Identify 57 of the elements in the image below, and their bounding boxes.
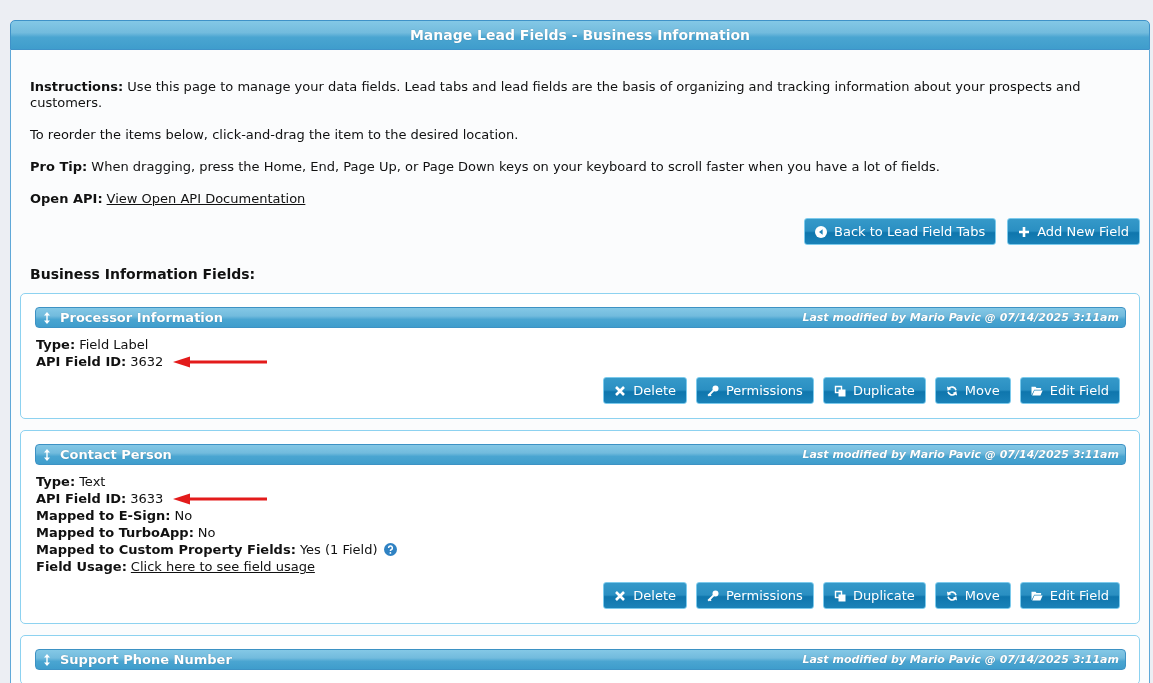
detail-value: Yes (1 Field) — [299, 542, 378, 557]
delete-button[interactable]: Delete — [603, 377, 687, 404]
detail-label: Type: — [36, 337, 76, 352]
move-button[interactable]: Move — [934, 582, 1011, 609]
drag-handle-icon[interactable] — [44, 448, 50, 461]
x-icon — [614, 384, 627, 397]
detail-value: No — [174, 508, 193, 523]
modified-info: Last modified by Mario Pavic @ 07/14/2025 3:11am — [802, 311, 1119, 324]
edit-field-button[interactable]: Edit Field — [1019, 582, 1120, 609]
instructions-text: Pro Tip: When dragging, press the Home, End, Page Up, or Page Down keys on your keyboard to scroll faster when you have a lot of fields. — [30, 159, 941, 175]
field-usage-link[interactable]: Click here to see field usage — [130, 559, 315, 574]
detail-value: No — [197, 525, 216, 540]
circular-arrows-icon — [945, 589, 958, 602]
open-api-label: Open API: — [30, 191, 103, 206]
detail-label: API Field ID: — [36, 491, 127, 506]
plus-icon — [1018, 225, 1031, 238]
edit-field-button[interactable]: Edit Field — [1019, 377, 1120, 404]
detail-value: 3632 — [130, 354, 164, 369]
modified-info: Last modified by Mario Pavic @ 07/14/2025 3:11am — [802, 448, 1119, 461]
help-icon[interactable] — [383, 543, 397, 556]
key-icon — [707, 384, 719, 397]
circular-arrows-icon — [945, 384, 958, 397]
detail-label: Mapped to TurboApp: — [36, 525, 194, 540]
duplicate-button[interactable]: Duplicate — [822, 377, 926, 404]
instructions-text: Instructions: Use this page to manage your data fields. Lead tabs and lead fields are the basis of organizing and tracking information about your prospects and customers. — [30, 79, 1082, 111]
instructions-text: To reorder the items below, click-and-drag the item to the desired location. — [30, 127, 520, 143]
window-title: Manage Lead Fields - Business Information — [409, 27, 751, 43]
detail-label: Field Usage: — [36, 559, 127, 574]
circle-arrow-left-icon — [815, 225, 828, 238]
detail-value: Text — [79, 474, 106, 489]
detail-label: API Field ID: — [36, 354, 127, 369]
move-button[interactable]: Move — [934, 377, 1011, 404]
copy-icon — [833, 384, 846, 397]
permissions-button[interactable]: Permissions — [696, 582, 814, 609]
section-title: Business Information Fields: — [29, 266, 257, 282]
detail-label: Type: — [36, 474, 76, 489]
field-title: Support Phone Number — [60, 652, 232, 667]
key-icon — [707, 589, 719, 602]
permissions-button[interactable]: Permissions — [696, 377, 814, 404]
detail-value: Field Label — [79, 337, 149, 352]
detail-label: Mapped to E-Sign: — [36, 508, 171, 523]
delete-button[interactable]: Delete — [603, 582, 687, 609]
modified-info: Last modified by Mario Pavic @ 07/14/2025 3:11am — [802, 653, 1119, 666]
copy-icon — [833, 589, 846, 602]
api-documentation-link[interactable]: View Open API Documentation — [106, 191, 306, 206]
detail-label: Mapped to Custom Property Fields: — [36, 542, 296, 557]
drag-handle-icon[interactable] — [44, 311, 50, 324]
back-button[interactable]: Back to Lead Field Tabs — [804, 218, 997, 245]
duplicate-button[interactable]: Duplicate — [822, 582, 926, 609]
drag-handle-icon[interactable] — [44, 653, 50, 666]
x-icon — [614, 589, 627, 602]
field-title: Contact Person — [60, 447, 172, 462]
folder-icon — [1030, 384, 1043, 397]
folder-icon — [1030, 589, 1043, 602]
add-field-button[interactable]: Add New Field — [1007, 218, 1140, 245]
detail-value: 3633 — [130, 491, 164, 506]
field-title: Processor Information — [60, 310, 223, 325]
